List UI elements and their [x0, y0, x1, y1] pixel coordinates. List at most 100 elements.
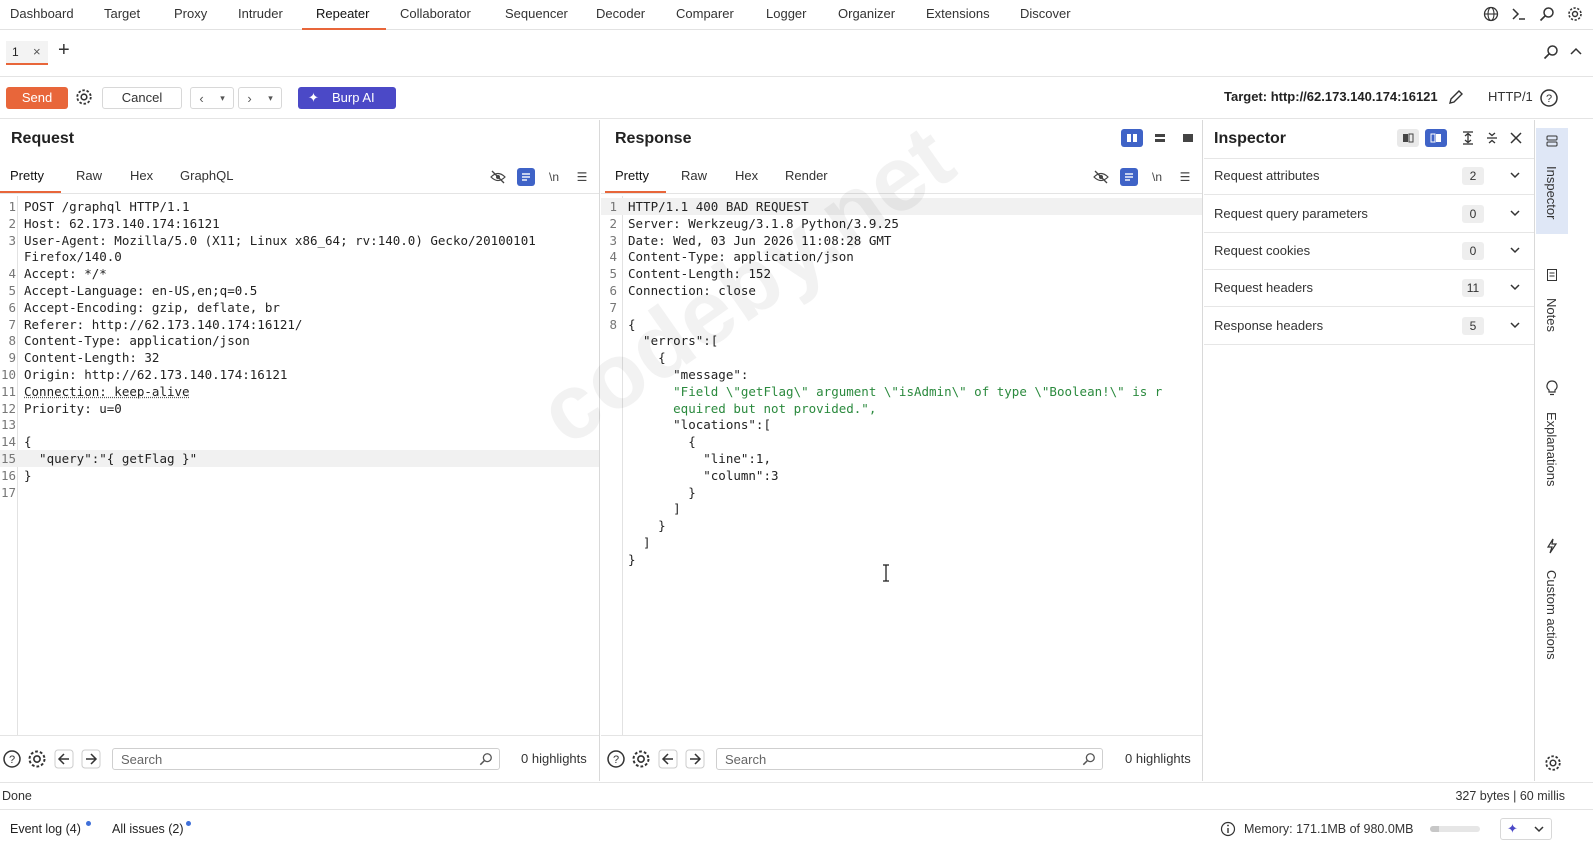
nav-intruder[interactable]: Intruder	[228, 0, 293, 30]
line-number: 13	[0, 417, 16, 433]
search-settings-gear-icon[interactable]	[631, 749, 651, 769]
inspector-request-query-parameters[interactable]: Request query parameters 0	[1204, 196, 1534, 233]
request-search-input[interactable]: Search	[112, 748, 500, 770]
layout-stacked-icon[interactable]	[1149, 129, 1171, 147]
collapse-all-icon[interactable]	[1483, 129, 1501, 147]
layout-single-icon[interactable]	[1177, 129, 1199, 147]
response-editor[interactable]: 1 HTTP/1.1 400 BAD REQUEST 2 Server: Werkze…	[601, 196, 1202, 736]
inspector-request-cookies[interactable]: Request cookies 0	[1204, 233, 1534, 270]
globe-icon[interactable]	[1481, 4, 1501, 24]
word-wrap-toggle-icon[interactable]	[517, 168, 535, 186]
tab-raw[interactable]: Raw	[66, 164, 112, 193]
nav-repeater[interactable]: Repeater	[302, 0, 386, 30]
ai-assistant-toggle[interactable]: ✦	[1500, 818, 1552, 840]
nav-dashboard[interactable]: Dashboard	[0, 0, 84, 30]
send-settings-icon[interactable]	[75, 88, 93, 106]
forward-dropdown-icon[interactable]: ▾	[260, 93, 281, 104]
search-placeholder: Search	[725, 752, 767, 767]
response-search-input[interactable]: Search	[716, 748, 1103, 770]
line-number: 9	[8, 350, 16, 366]
close-inspector-icon[interactable]	[1507, 129, 1525, 147]
gear-icon[interactable]	[1565, 4, 1585, 24]
burp-ai-button[interactable]: ✦ Burp AI	[298, 87, 396, 109]
nav-extensions[interactable]: Extensions	[916, 0, 1000, 30]
chevron-down-icon	[1509, 244, 1521, 256]
expand-all-icon[interactable]	[1459, 129, 1477, 147]
layout-side-by-side-icon[interactable]	[1121, 129, 1143, 147]
line-text: "column":3	[628, 467, 779, 483]
tab-graphql[interactable]: GraphQL	[170, 164, 243, 193]
next-match-icon[interactable]	[685, 749, 705, 769]
nav-sequencer[interactable]: Sequencer	[495, 0, 578, 30]
code-line: 6 Accept-Encoding: gzip, deflate, br	[0, 299, 599, 316]
word-wrap-toggle-icon[interactable]	[1120, 168, 1138, 186]
nav-collaborator[interactable]: Collaborator	[390, 0, 481, 30]
side-settings-gear-icon[interactable]	[1544, 754, 1562, 772]
search-icon[interactable]	[1537, 4, 1557, 24]
tab-hex[interactable]: Hex	[120, 164, 163, 193]
nav-proxy[interactable]: Proxy	[164, 0, 217, 30]
search-tabs-icon[interactable]	[1543, 44, 1559, 60]
previous-match-icon[interactable]	[658, 749, 678, 769]
help-circle-icon[interactable]: ?	[606, 749, 626, 769]
line-text: Priority: u=0	[24, 400, 122, 416]
nav-discover[interactable]: Discover	[1010, 0, 1081, 30]
inspector-title: Inspector	[1214, 130, 1287, 147]
inspector-layout-left-icon[interactable]	[1397, 129, 1419, 147]
inspector-request-attributes[interactable]: Request attributes 2	[1204, 158, 1534, 195]
tab-render[interactable]: Render	[775, 164, 838, 193]
nav-comparer[interactable]: Comparer	[666, 0, 744, 30]
nav-organizer[interactable]: Organizer	[828, 0, 905, 30]
line-number: 14	[0, 434, 16, 450]
repeater-tab-1[interactable]: 1 ×	[6, 41, 48, 65]
side-tab-custom-actions[interactable]: Custom actions	[1536, 534, 1568, 684]
back-arrow-icon[interactable]: ‹	[191, 91, 212, 106]
inspector-request-headers[interactable]: Request headers 11	[1204, 270, 1534, 307]
collapse-icon[interactable]	[1569, 45, 1583, 59]
tab-pretty[interactable]: Pretty	[605, 164, 666, 193]
inspector-response-headers[interactable]: Response headers 5	[1204, 308, 1534, 345]
help-circle-icon[interactable]: ?	[2, 749, 22, 769]
memory-usage-fill	[1430, 826, 1439, 832]
side-tab-notes[interactable]: Notes	[1536, 262, 1568, 342]
search-settings-gear-icon[interactable]	[27, 749, 47, 769]
newline-toggle-icon[interactable]: \n	[545, 168, 563, 186]
code-line: 17	[0, 484, 599, 501]
menu-icon[interactable]: ☰	[1176, 168, 1194, 186]
nav-target[interactable]: Target	[94, 0, 150, 30]
add-tab-button[interactable]: +	[58, 39, 70, 62]
code-line: 1 HTTP/1.1 400 BAD REQUEST	[601, 198, 1202, 215]
help-icon[interactable]: ?	[1539, 88, 1559, 108]
line-number: 6	[8, 299, 16, 315]
issues-notification-dot	[186, 821, 191, 826]
request-editor[interactable]: 1 POST /graphql HTTP/1.1 2 Host: 62.173.140…	[0, 196, 599, 736]
edit-target-icon[interactable]	[1447, 88, 1465, 106]
tab-pretty[interactable]: Pretty	[0, 164, 61, 193]
line-text: Content-Length: 32	[24, 350, 160, 366]
side-tab-explanations[interactable]: Explanations	[1536, 374, 1568, 514]
http-version-label[interactable]: HTTP/1	[1488, 89, 1533, 104]
previous-match-icon[interactable]	[54, 749, 74, 769]
terminal-icon[interactable]	[1509, 4, 1529, 24]
side-tab-inspector[interactable]: Inspector	[1536, 128, 1568, 234]
newline-toggle-icon[interactable]: \n	[1148, 168, 1166, 186]
tab-raw[interactable]: Raw	[671, 164, 717, 193]
back-dropdown-icon[interactable]: ▾	[212, 93, 233, 104]
send-button[interactable]: Send	[6, 87, 68, 109]
menu-icon[interactable]: ☰	[573, 168, 591, 186]
tab-hex[interactable]: Hex	[725, 164, 768, 193]
cancel-button[interactable]: Cancel	[102, 87, 182, 109]
event-log-link[interactable]: Event log (4)	[10, 822, 81, 836]
nav-logger[interactable]: Logger	[756, 0, 816, 30]
inspector-layout-right-icon[interactable]	[1425, 129, 1447, 147]
all-issues-link[interactable]: All issues (2)	[112, 822, 184, 836]
forward-arrow-icon[interactable]: ›	[239, 91, 260, 106]
line-text: Accept-Encoding: gzip, deflate, br	[24, 299, 280, 315]
row-label: Request attributes	[1214, 168, 1320, 183]
close-tab-icon[interactable]: ×	[33, 44, 41, 59]
hide-eye-icon[interactable]	[1092, 168, 1110, 186]
line-number: 10	[0, 367, 16, 382]
hide-eye-icon[interactable]	[489, 168, 507, 186]
next-match-icon[interactable]	[81, 749, 101, 769]
nav-decoder[interactable]: Decoder	[586, 0, 655, 30]
